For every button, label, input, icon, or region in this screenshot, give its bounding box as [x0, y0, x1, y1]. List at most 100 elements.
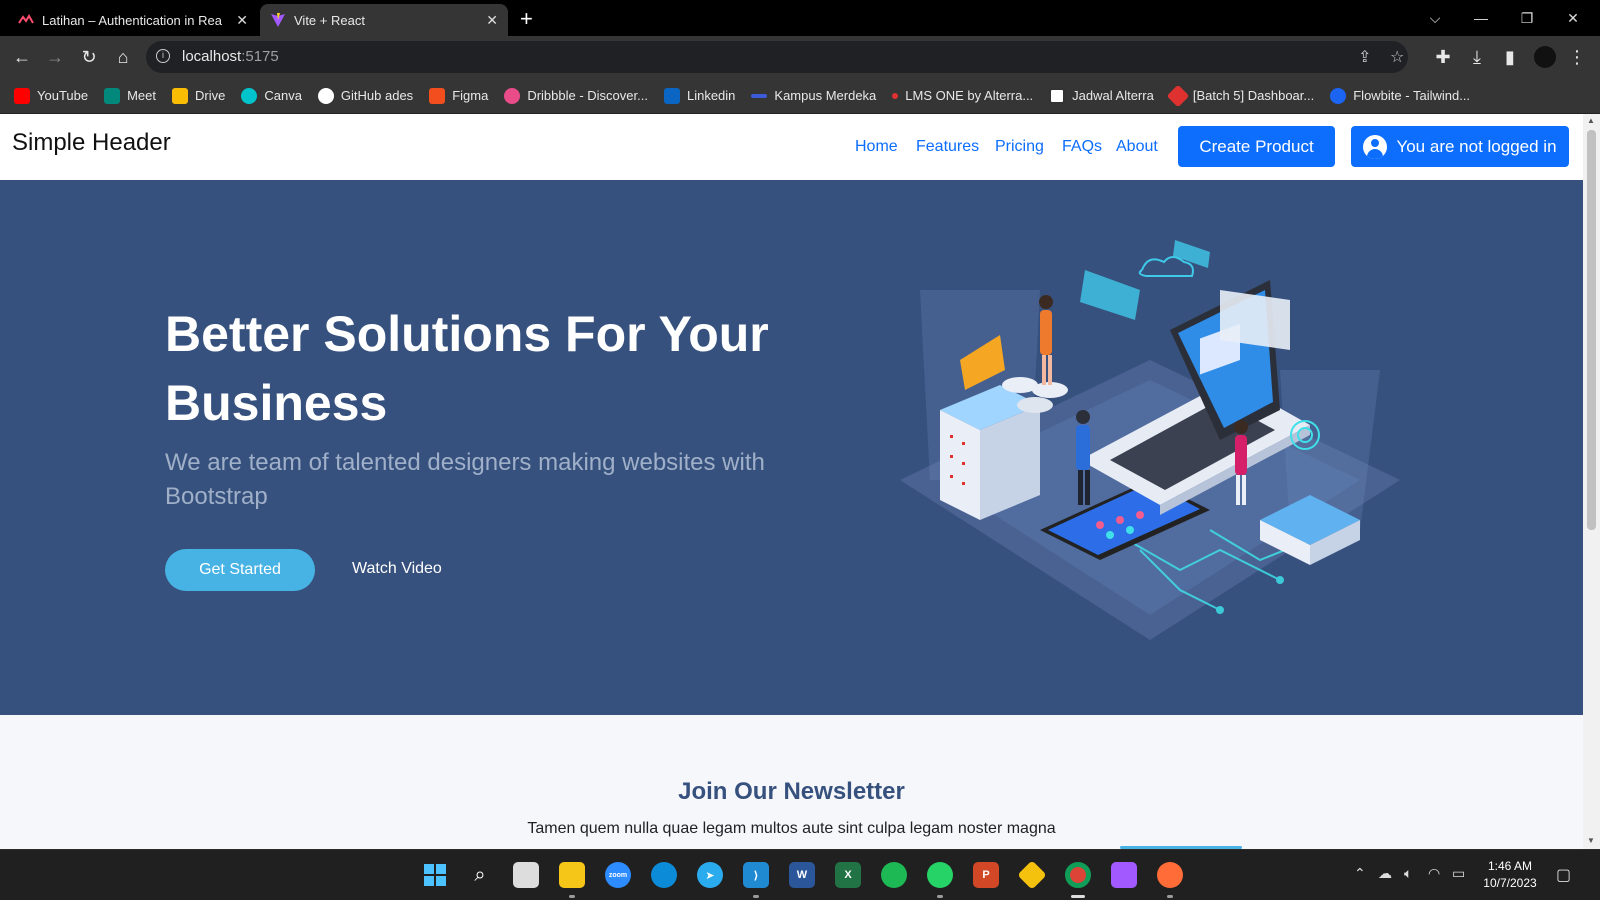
task-view-icon[interactable] [513, 862, 539, 888]
edge-icon[interactable] [651, 862, 677, 888]
browser-toolbar: ← → ↻ ⌂ i localhost:5175 ⇪ ☆ ✚ ⤓ ▮ ⋮ [0, 36, 1600, 78]
menu-kebab-icon[interactable]: ⋮ [1564, 44, 1590, 70]
kampus-merdeka-icon [751, 93, 768, 98]
url-text[interactable]: localhost:5175 [182, 48, 279, 65]
bookmark-dribbble[interactable]: Dribbble - Discover... [504, 87, 648, 104]
create-product-button[interactable]: Create Product [1178, 126, 1335, 167]
tray-overflow-chevron-icon[interactable]: ⌃ [1354, 865, 1366, 882]
side-panel-icon[interactable]: ▮ [1497, 44, 1523, 70]
get-started-button[interactable]: Get Started [165, 549, 315, 591]
nav-faqs[interactable]: FAQs [1062, 138, 1102, 156]
bookmark-flowbite[interactable]: Flowbite - Tailwind... [1330, 87, 1470, 104]
bookmark-figma[interactable]: Figma [429, 87, 488, 104]
page-viewport: Simple Header Home Features Pricing FAQs… [0, 114, 1583, 849]
nav-features[interactable]: Features [916, 138, 979, 156]
figma-icon[interactable] [1111, 862, 1137, 888]
home-icon[interactable]: ⌂ [110, 44, 136, 70]
new-tab-icon[interactable]: + [520, 6, 533, 32]
reload-icon[interactable]: ↻ [76, 44, 102, 70]
tab-title: Latihan – Authentication in Reac [42, 12, 222, 28]
watch-video-link[interactable]: Watch Video [352, 560, 442, 578]
zoom-icon[interactable]: zoom [605, 862, 631, 888]
wifi-icon[interactable]: ◠ [1428, 865, 1440, 882]
windows-start-icon[interactable] [422, 862, 448, 888]
file-explorer-icon[interactable] [559, 862, 585, 888]
spotify-icon[interactable] [881, 862, 907, 888]
running-indicator [569, 895, 575, 898]
onedrive-cloud-icon[interactable]: ☁ [1378, 865, 1392, 882]
git-icon[interactable] [1017, 860, 1047, 890]
close-tab-icon[interactable]: ✕ [236, 12, 248, 29]
bookmark-kampus-merdeka[interactable]: Kampus Merdeka [751, 88, 876, 103]
download-icon[interactable]: ⤓ [1464, 44, 1490, 70]
notion-icon [1049, 87, 1066, 104]
hero-section: Better Solutions For Your Business We ar… [0, 180, 1583, 715]
address-bar[interactable]: i localhost:5175 ⇪ ☆ [146, 41, 1408, 73]
notifications-icon[interactable]: ▢ [1556, 865, 1571, 885]
whatsapp-icon[interactable] [927, 862, 953, 888]
tab-title: Vite + React [294, 12, 365, 28]
bookmark-youtube[interactable]: YouTube [14, 87, 88, 104]
bookmark-drive[interactable]: Drive [172, 87, 225, 104]
flowbite-icon [1330, 87, 1347, 104]
alterra-icon [892, 92, 899, 99]
scrollbar-thumb[interactable] [1587, 130, 1596, 530]
alterra-icon [18, 14, 34, 24]
excel-icon[interactable]: X [835, 862, 861, 888]
scroll-up-icon[interactable]: ▲ [1587, 116, 1595, 125]
telegram-icon[interactable]: ➤ [697, 862, 723, 888]
nav-about[interactable]: About [1116, 138, 1158, 156]
bookmark-github[interactable]: GitHub ades [317, 87, 413, 104]
clock-time: 1:46 AM [1487, 859, 1533, 873]
running-indicator [1167, 895, 1173, 898]
login-status-button[interactable]: You are not logged in [1351, 126, 1569, 167]
tab-search-chevron-icon[interactable]: ⌵ [1412, 0, 1458, 36]
restore-icon[interactable]: ❐ [1504, 0, 1550, 36]
tab-vite-react[interactable]: Vite + React ✕ [260, 4, 508, 36]
bookmark-jadwal-alterra[interactable]: Jadwal Alterra [1049, 87, 1154, 104]
canva-icon [241, 87, 258, 104]
nav-pricing[interactable]: Pricing [995, 138, 1044, 156]
browser-tab-strip: Latihan – Authentication in Reac ✕ Vite … [0, 0, 1600, 36]
site-info-icon[interactable]: i [156, 49, 170, 63]
user-avatar-icon [1363, 134, 1388, 159]
site-header: Simple Header Home Features Pricing FAQs… [0, 114, 1583, 180]
newsletter-title: Join Our Newsletter [678, 778, 905, 805]
bookmark-canva[interactable]: Canva [241, 87, 302, 104]
chrome-icon[interactable] [1065, 862, 1091, 888]
site-brand[interactable]: Simple Header [12, 129, 171, 157]
profile-avatar[interactable] [1534, 46, 1556, 68]
system-clock[interactable]: 1:46 AM 10/7/2023 [1480, 858, 1540, 892]
extensions-icon[interactable]: ✚ [1430, 44, 1456, 70]
bookmark-batch5-dashboard[interactable]: [Batch 5] Dashboar... [1166, 84, 1314, 107]
bookmark-star-icon[interactable]: ☆ [1390, 47, 1404, 67]
clock-date: 10/7/2023 [1483, 876, 1537, 890]
hero-illustration [900, 240, 1400, 640]
tab-latihan[interactable]: Latihan – Authentication in Reac ✕ [8, 4, 258, 36]
word-icon[interactable]: W [789, 862, 815, 888]
bookmark-meet[interactable]: Meet [104, 87, 156, 104]
powerpoint-icon[interactable]: P [973, 862, 999, 888]
pin-icon [1166, 84, 1190, 107]
vscode-icon[interactable]: ⟩ [743, 862, 769, 888]
page-scrollbar[interactable]: ▲ ▼ [1583, 114, 1600, 849]
login-status-label: You are not logged in [1396, 136, 1557, 156]
bookmark-lms-one[interactable]: LMS ONE by Alterra... [892, 88, 1033, 103]
bookmark-linkedin[interactable]: Linkedin [663, 87, 735, 104]
nav-home[interactable]: Home [855, 138, 898, 156]
share-icon[interactable]: ⇪ [1358, 47, 1371, 67]
linkedin-icon [663, 87, 680, 104]
scroll-down-icon[interactable]: ▼ [1587, 836, 1595, 845]
hero-title: Better Solutions For Your Business [165, 306, 769, 431]
forward-icon[interactable]: → [42, 44, 68, 70]
battery-icon[interactable]: ▭ [1452, 865, 1465, 882]
active-indicator [1071, 895, 1085, 898]
back-icon[interactable]: ← [9, 44, 35, 70]
search-icon[interactable]: ⌕ [467, 862, 493, 888]
minimize-icon[interactable]: — [1458, 0, 1504, 36]
volume-icon[interactable]: 🔈︎ [1404, 865, 1412, 882]
close-window-icon[interactable]: ✕ [1550, 0, 1596, 36]
close-tab-icon[interactable]: ✕ [486, 12, 498, 29]
postman-icon[interactable] [1157, 862, 1183, 888]
figma-icon [429, 87, 446, 104]
